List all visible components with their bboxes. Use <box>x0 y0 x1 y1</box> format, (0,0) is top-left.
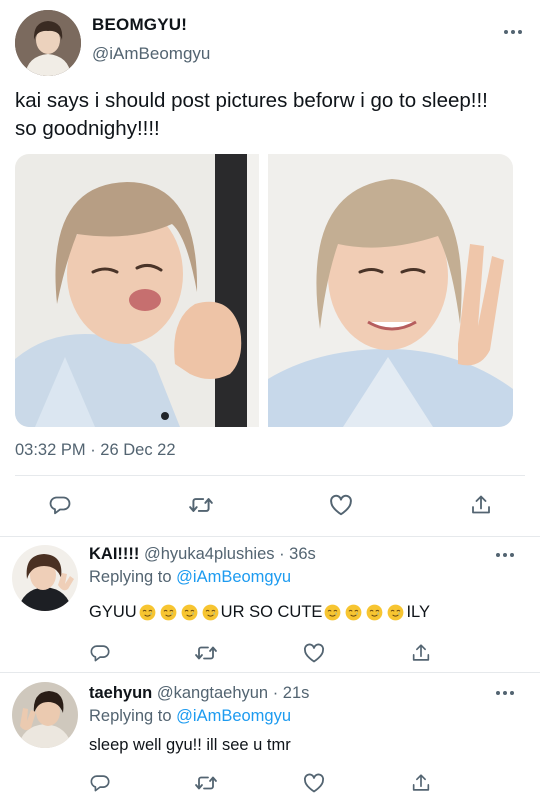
share-icon[interactable] <box>408 770 434 796</box>
display-name[interactable]: BEOMGYU! <box>92 15 187 35</box>
tweet-photo-1[interactable] <box>15 154 259 427</box>
reply-text: GYUU UR SO CUTE ILY <box>89 603 430 622</box>
retweet-icon[interactable] <box>193 640 219 666</box>
display-name[interactable]: KAI!!!! <box>89 545 139 563</box>
more-options-icon[interactable] <box>496 689 514 697</box>
reply-author[interactable]: taehyun @kangtaehyun · 21s <box>89 684 309 703</box>
reply-tweet[interactable]: KAI!!!! @hyuka4plushies · 36s Replying t… <box>0 537 540 672</box>
replying-to: Replying to @iAmBeomgyu <box>89 568 291 587</box>
mention-link[interactable]: @iAmBeomgyu <box>176 568 291 586</box>
reply-icon[interactable] <box>87 640 113 666</box>
share-icon[interactable] <box>468 492 494 518</box>
reply-author[interactable]: KAI!!!! @hyuka4plushies · 36s <box>89 545 316 564</box>
tweet-timestamp[interactable]: 03:32 PM · 26 Dec 22 <box>15 441 176 460</box>
user-handle[interactable]: @hyuka4plushies <box>144 545 275 563</box>
tweet-text: kai says i should post pictures beforw i… <box>15 89 488 140</box>
mention-link[interactable]: @iAmBeomgyu <box>176 707 291 725</box>
reply-tweet[interactable]: taehyun @kangtaehyun · 21s Replying to @… <box>0 673 540 804</box>
smiling-face-with-tear-icon <box>139 604 156 621</box>
reply-icon[interactable] <box>47 492 73 518</box>
replying-to: Replying to @iAmBeomgyu <box>89 707 291 726</box>
smiling-face-with-tear-icon <box>202 604 219 621</box>
avatar[interactable] <box>12 545 78 611</box>
reply-icon[interactable] <box>87 770 113 796</box>
smiling-face-with-tear-icon <box>345 604 362 621</box>
user-handle[interactable]: @kangtaehyun <box>157 684 268 702</box>
more-options-icon[interactable] <box>504 28 522 36</box>
reply-text-part: UR SO CUTE <box>220 603 323 621</box>
replying-label: Replying to <box>89 568 172 586</box>
tweet-photo-2[interactable] <box>268 154 513 427</box>
like-icon[interactable] <box>301 770 327 796</box>
share-icon[interactable] <box>408 640 434 666</box>
more-options-icon[interactable] <box>496 551 514 559</box>
reply-text-part: ILY <box>406 603 430 621</box>
like-icon[interactable] <box>328 492 354 518</box>
reply-time: · 36s <box>279 545 316 563</box>
reply-text-part: GYUU <box>89 603 137 621</box>
smiling-face-with-tear-icon <box>387 604 404 621</box>
replying-label: Replying to <box>89 707 172 725</box>
reply-text: sleep well gyu!! ill see u tmr <box>89 736 291 754</box>
avatar[interactable] <box>12 682 78 748</box>
smiling-face-with-tear-icon <box>181 604 198 621</box>
retweet-icon[interactable] <box>193 770 219 796</box>
smiling-face-with-tear-icon <box>366 604 383 621</box>
smiling-face-with-tear-icon <box>160 604 177 621</box>
like-icon[interactable] <box>301 640 327 666</box>
retweet-icon[interactable] <box>188 492 214 518</box>
smiling-face-with-tear-icon <box>324 604 341 621</box>
user-handle[interactable]: @iAmBeomgyu <box>92 44 210 64</box>
avatar[interactable] <box>15 10 81 76</box>
main-tweet: BEOMGYU! @iAmBeomgyu kai says i should p… <box>0 0 540 536</box>
display-name[interactable]: taehyun <box>89 684 152 702</box>
divider <box>15 475 525 476</box>
reply-time: · 21s <box>272 684 310 702</box>
